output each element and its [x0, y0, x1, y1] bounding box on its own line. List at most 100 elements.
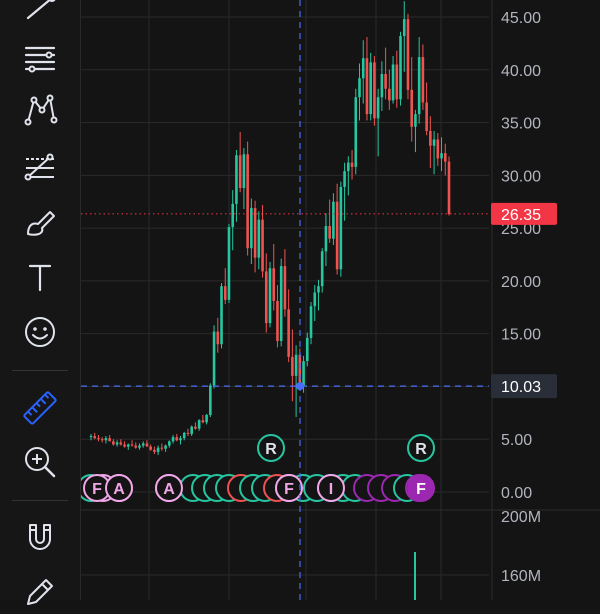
price-tick-label: 0.00 — [501, 485, 532, 502]
candle-body — [410, 89, 414, 127]
candle-body — [261, 219, 264, 272]
smiley-icon[interactable] — [16, 310, 64, 354]
candle-body — [369, 62, 372, 115]
ruler-icon[interactable] — [16, 386, 64, 430]
candle-body — [361, 58, 365, 79]
candle-body — [164, 445, 167, 449]
crosshair-price-value: 10.03 — [501, 379, 541, 396]
candle-body — [425, 102, 428, 131]
pencil-icon[interactable] — [16, 570, 64, 614]
dividend-marker-r: R — [257, 434, 285, 462]
candle-body — [235, 155, 238, 204]
candle-body — [123, 444, 126, 447]
brush-icon[interactable] — [16, 200, 64, 244]
last-price-badge: 26.35 — [491, 202, 557, 225]
candle-body — [145, 443, 149, 447]
price-tick-label: 30.00 — [501, 168, 541, 185]
forecast-icon[interactable] — [16, 145, 64, 189]
candle — [261, 204, 264, 278]
candle-body — [126, 444, 130, 447]
candle-body — [168, 441, 171, 446]
candle — [380, 61, 384, 111]
candle — [264, 253, 268, 333]
dividend-marker-r: R — [407, 434, 435, 462]
candle-body — [339, 186, 343, 270]
candle — [250, 198, 253, 264]
candle-body — [376, 97, 380, 119]
candle-body — [373, 62, 376, 119]
candle-body — [440, 153, 443, 159]
candle — [138, 443, 141, 450]
candle — [317, 279, 320, 311]
candle — [268, 261, 272, 328]
candle — [388, 69, 391, 110]
candle-body — [343, 171, 346, 187]
candle-body — [134, 445, 138, 448]
horizontal-lines-icon[interactable] — [16, 35, 64, 79]
text-icon[interactable] — [16, 255, 64, 299]
chart-canvas[interactable]: R RF A A F I F 45.0040.0035.0030.0025.0020.001… — [81, 0, 600, 600]
candle-body — [149, 446, 152, 450]
candle-body — [350, 162, 354, 167]
event-marker-i-label: I — [329, 481, 333, 498]
last-price-value: 26.35 — [501, 207, 541, 224]
candle-body — [97, 438, 100, 440]
candle-body — [332, 201, 335, 239]
candle-body — [443, 153, 447, 162]
price-chart[interactable]: RRFAAFIF 45.00 40.00 35.00 30.00 25.00 20.00 1… — [81, 0, 600, 600]
dividend-marker-r-label: R — [415, 441, 427, 458]
candle-body — [417, 57, 421, 115]
candle — [294, 345, 298, 418]
candle-body — [436, 139, 440, 159]
price-axis: 45.0040.0035.0030.0025.0020.0015.0010.00… — [491, 10, 557, 585]
candle-body — [238, 155, 242, 188]
candle — [443, 143, 447, 176]
candle — [186, 428, 190, 437]
candle — [253, 200, 257, 273]
candle — [209, 383, 212, 418]
candle — [175, 433, 179, 442]
candle-body — [320, 251, 324, 287]
candle-body — [108, 438, 111, 442]
candle — [238, 132, 242, 193]
candle — [406, 13, 410, 100]
candle — [108, 435, 111, 442]
candle — [391, 56, 395, 104]
candle — [201, 414, 205, 424]
candle-body — [283, 266, 287, 310]
zoom-in-icon[interactable] — [16, 440, 64, 484]
candle — [112, 439, 115, 446]
candle — [279, 258, 283, 347]
event-marker-f-label: F — [284, 481, 294, 498]
candle — [227, 223, 231, 304]
candle — [134, 442, 138, 449]
candle — [212, 325, 216, 389]
candle — [395, 50, 399, 108]
trend-line-icon[interactable] — [16, 0, 64, 30]
candle — [313, 285, 317, 321]
candle-body — [197, 420, 201, 429]
toolbar-divider — [12, 370, 68, 371]
candle-body — [432, 139, 436, 146]
candle-body — [276, 300, 279, 342]
candle-body — [347, 162, 350, 172]
candle — [287, 289, 290, 363]
price-tick-label: 45.00 — [501, 10, 541, 27]
magnet-icon[interactable] — [16, 515, 64, 559]
candle — [365, 37, 369, 121]
candle-body — [287, 309, 290, 357]
candle-body — [246, 154, 249, 249]
event-marker-f: F — [407, 474, 435, 502]
candle-body — [100, 439, 104, 441]
dividend-marker-r-label: R — [265, 441, 277, 458]
price-tick-label: 15.00 — [501, 327, 541, 344]
event-markers: R RF A A F I F — [81, 434, 435, 502]
pattern-icon[interactable] — [16, 88, 64, 132]
candle — [220, 283, 223, 349]
candle-body — [388, 88, 391, 101]
candle — [242, 147, 246, 210]
candle-body — [220, 286, 223, 345]
candle — [272, 243, 276, 311]
candle — [100, 437, 104, 443]
candle — [156, 445, 160, 456]
